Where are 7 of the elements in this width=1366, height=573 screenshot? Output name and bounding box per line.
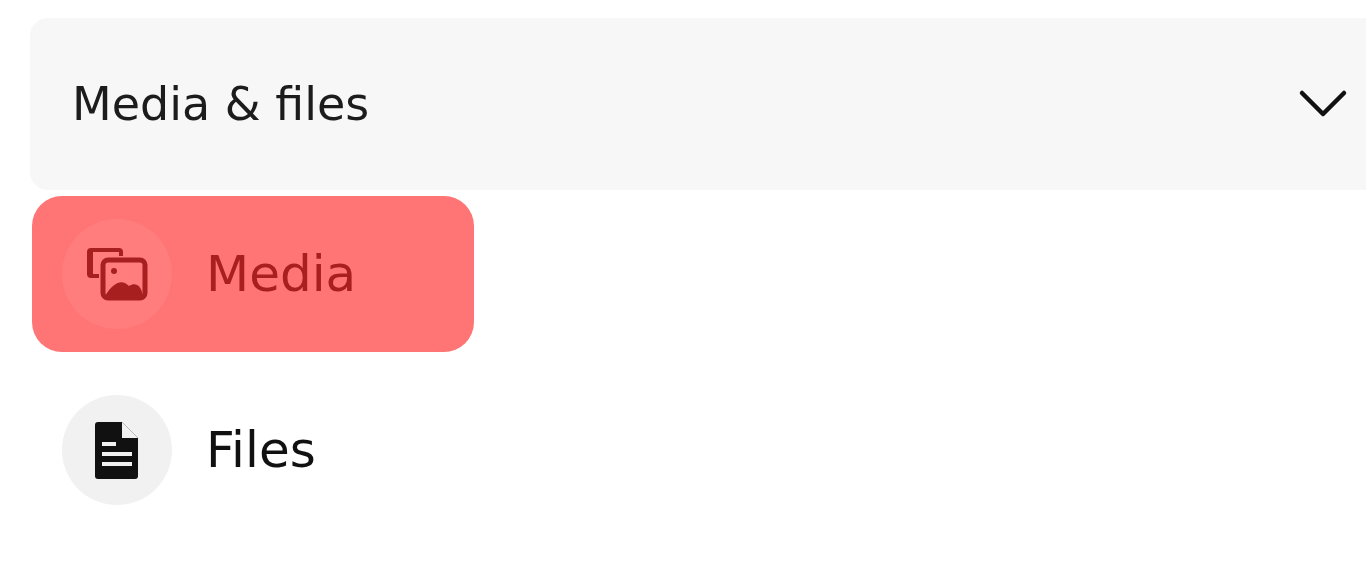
item-label: Media bbox=[206, 245, 357, 303]
document-icon bbox=[94, 420, 140, 480]
chevron-icon bbox=[1298, 89, 1348, 119]
section-title: Media & files bbox=[72, 77, 370, 131]
section-header[interactable]: Media & files bbox=[30, 18, 1366, 190]
menu-item[interactable]: Files bbox=[32, 372, 474, 528]
item-label: Files bbox=[206, 421, 316, 479]
